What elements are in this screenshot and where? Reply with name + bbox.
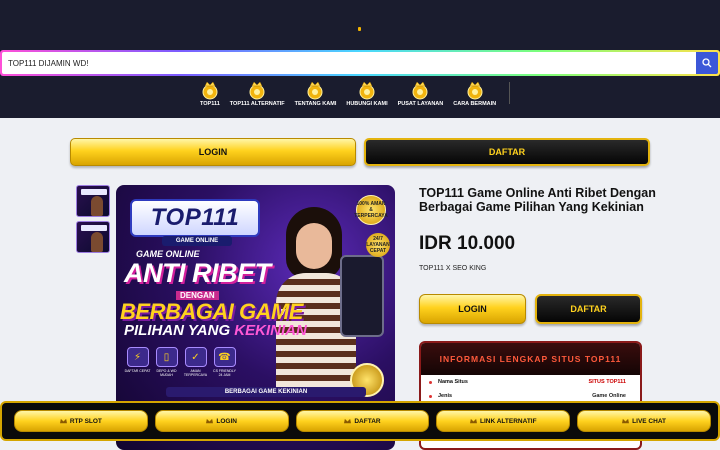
banner-logo: TOP111 [130,199,260,237]
phone-graphic [340,255,384,337]
info-heading: INFORMASI LENGKAP SITUS TOP111 [421,343,640,375]
site-header: TOP111 TOP111 ALTERNATIF TENTANG KAMI [0,0,720,118]
search-bar [0,50,720,76]
search-button[interactable] [696,52,718,74]
nav-item-pusat-layanan[interactable]: PUSAT LAYANAN [397,80,444,107]
bottom-login-button[interactable]: LOGIN [154,410,289,432]
banner-tagline-b: KEKINIAN [234,322,307,339]
product-seller: TOP111 X SEO KING [419,265,487,272]
crown-icon [59,418,67,423]
product-daftar-button[interactable]: DAFTAR [535,294,642,324]
crown-icon [412,81,428,100]
nav-label: TOP111 [200,101,220,107]
bullet-icon [429,394,432,398]
trust-badge: 100% AMAN & TERPERCAYA [354,195,388,225]
nav-label: HUBUNGI KAMI [346,101,388,107]
banner-tagline: PILIHAN YANG KEKINIAN [124,322,307,339]
nav-label: TOP111 ALTERNATIF [229,101,285,107]
feature-cs: ☎ CS FRIENDLY 24 JAM [211,347,238,377]
product-login-button[interactable]: LOGIN [419,294,526,324]
banner-footer: BERBAGAI GAME KEKINIAN [166,387,366,397]
crown-icon [622,418,630,423]
banner-sublogo: GAME ONLINE [162,236,232,246]
search-icon [702,58,712,68]
crown-icon [470,418,477,423]
live-chat-button[interactable]: LIVE CHAT [577,410,711,432]
lightning-icon: ⚡ [126,347,149,367]
search-input[interactable] [2,52,696,74]
bullet-icon [429,380,432,384]
feature-depo-wd: ▯ DEPO & WD MUDAH [153,347,180,377]
bottom-daftar-button[interactable]: DAFTAR [295,410,430,432]
banner-tagline-a: PILIHAN YANG [124,322,235,339]
nav-item-top111-alternatif[interactable]: TOP111 ALTERNATIF [230,80,285,107]
model-face [296,223,332,269]
crown-icon [344,418,352,423]
phone-icon: ▯ [155,347,178,367]
headset-icon: ☎ [213,347,236,367]
rtp-slot-button[interactable]: RTP SLOT [14,410,148,432]
shield-icon: ✓ [184,347,207,367]
feature-icons: ⚡ DAFTAR CEPAT ▯ DEPO & WD MUDAH ✓ AMAN … [124,347,240,377]
link-alternatif-button[interactable]: LINK ALTERNATIF [436,410,571,432]
nav-item-hubungi-kami[interactable]: HUBUNGI KAMI [346,80,388,107]
nav-label: PUSAT LAYANAN [397,101,444,107]
product-title: TOP111 Game Online Anti Ribet Dengan Ber… [419,186,656,214]
crown-icon [359,81,375,100]
nav-item-tentang-kami[interactable]: TENTANG KAMI [294,80,337,107]
info-row: Nama Situs SITUS TOP111 [421,375,640,389]
banner-headline: ANTI RIBET [124,258,271,288]
nav-label: CARA BERMAIN [453,101,497,107]
sticky-bottom-bar: RTP SLOT LOGIN DAFTAR LINK ALTERNATIF LI… [0,401,720,441]
crown-icon [307,81,323,100]
daftar-button[interactable]: DAFTAR [364,138,650,166]
service-badge: 24/7 LAYANAN CEPAT [366,233,390,257]
product-price: IDR 10.000 [419,233,516,254]
nav-item-top111[interactable]: TOP111 [200,80,220,107]
login-button[interactable]: LOGIN [70,138,356,166]
nav-divider [509,82,510,104]
product-thumbnail-1[interactable] [76,185,110,217]
nav-label: TENTANG KAMI [294,101,337,107]
crown-icon [206,418,214,423]
main-nav: TOP111 TOP111 ALTERNATIF TENTANG KAMI HU… [200,80,510,107]
nav-item-cara-bermain[interactable]: CARA BERMAIN [453,80,496,107]
crown-icon [202,81,218,100]
product-thumbnail-2[interactable] [76,221,110,253]
feature-aman: ✓ AMAN TERPERCAYA [182,347,209,377]
logo-mark [358,27,361,31]
crown-icon [467,81,483,100]
feature-daftar-cepat: ⚡ DAFTAR CEPAT [124,347,151,377]
crown-icon [249,81,265,100]
